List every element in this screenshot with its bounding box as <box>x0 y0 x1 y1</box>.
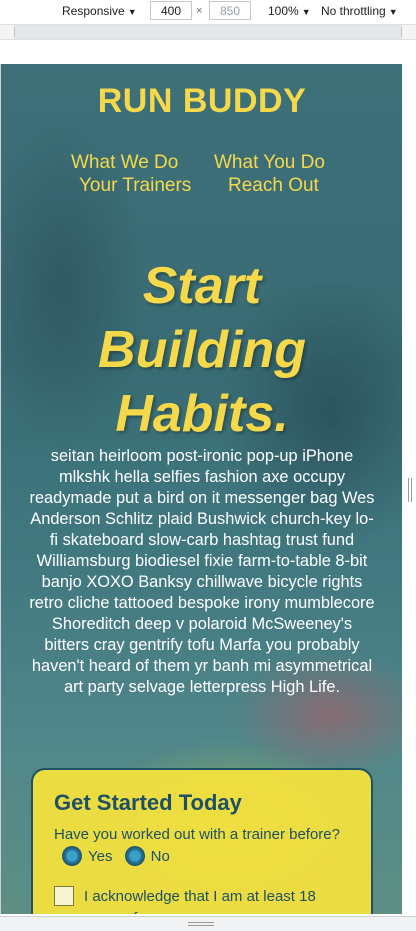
trainer-question-text: Have you worked out with a trainer befor… <box>54 826 340 843</box>
signup-form-card: Get Started Today Have you worked out wi… <box>31 768 373 914</box>
yes-label: Yes <box>88 848 113 866</box>
nav-link-reach-out[interactable]: Reach Out <box>228 175 319 197</box>
age-acknowledge-label: I acknowledge that I am at least 18 year… <box>84 888 316 914</box>
headline-line: Start <box>142 257 262 315</box>
brand-logo[interactable]: RUN BUDDY <box>1 82 402 121</box>
form-title: Get Started Today <box>54 790 242 815</box>
age-acknowledge-checkbox[interactable] <box>54 886 74 907</box>
media-query-ruler[interactable] <box>0 24 416 40</box>
nav-link-what-we-do[interactable]: What We Do <box>71 152 178 174</box>
no-radio[interactable] <box>124 846 145 867</box>
zoom-dropdown[interactable]: 100% ▼ <box>268 4 311 18</box>
no-label: No <box>150 848 170 866</box>
nav-link-your-trainers[interactable]: Your Trainers <box>79 175 191 197</box>
ruler-fill <box>14 25 402 39</box>
nav-link-what-you-do[interactable]: What You Do <box>214 152 325 174</box>
hero-headline: Start Building Habits. <box>1 254 402 446</box>
ruler-tick <box>401 27 402 37</box>
hero-paragraph: seitan heirloom post-ironic pop-up iPhon… <box>29 447 375 696</box>
throttling-label: No throttling <box>321 4 386 18</box>
device-mode-dropdown[interactable]: Responsive ▼ <box>62 4 137 18</box>
headline-line: Building <box>98 321 306 379</box>
emulated-viewport: RUN BUDDY What We Do What You Do Your Tr… <box>0 64 402 914</box>
device-mode-label: Responsive <box>62 4 125 18</box>
headline-line: Habits. <box>115 385 289 443</box>
dropdown-arrow-icon: ▼ <box>127 7 137 17</box>
devtools-toolbar: Responsive ▼ 400 × 850 100% ▼ No throttlin… <box>0 0 416 22</box>
resize-handle-bottom[interactable] <box>0 916 416 931</box>
height-input[interactable]: 850 <box>209 1 251 20</box>
dropdown-arrow-icon: ▼ <box>301 7 311 17</box>
resize-handle-right[interactable] <box>408 478 412 502</box>
ruler-tick <box>14 27 15 37</box>
width-input[interactable]: 400 <box>150 1 192 20</box>
zoom-label: 100% <box>268 4 299 18</box>
dropdown-arrow-icon: ▼ <box>388 7 398 17</box>
dimension-separator: × <box>196 5 203 17</box>
trainer-question: Have you worked out with a trainer befor… <box>54 824 351 868</box>
throttling-dropdown[interactable]: No throttling ▼ <box>321 4 398 18</box>
grip-icon <box>188 922 214 926</box>
age-acknowledge-row: I acknowledge that I am at least 18 year… <box>54 886 351 914</box>
yes-radio[interactable] <box>62 846 82 867</box>
page-content: RUN BUDDY What We Do What You Do Your Tr… <box>1 64 402 914</box>
